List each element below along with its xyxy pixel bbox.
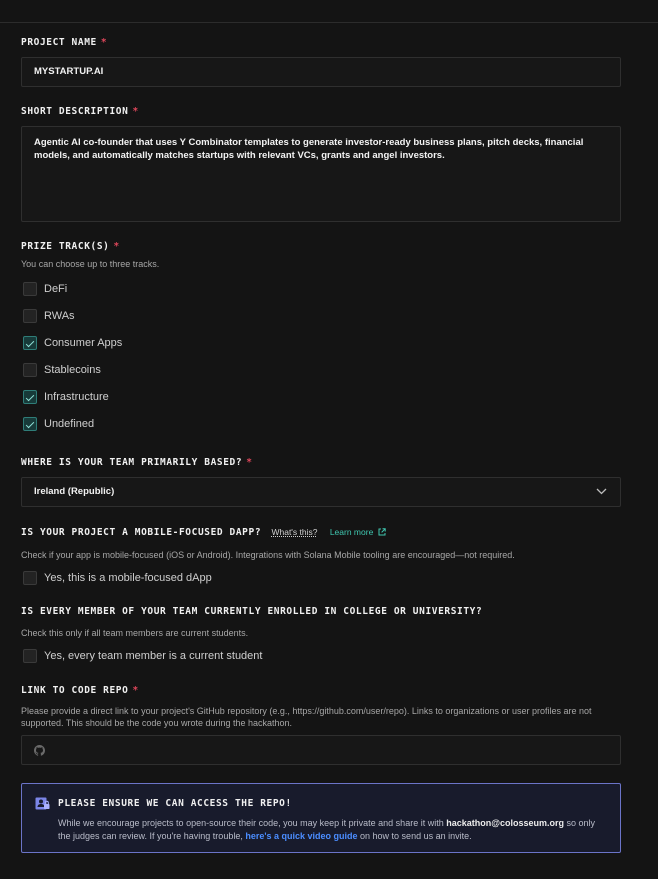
chevron-down-icon[interactable] [596, 488, 607, 495]
required-marker: * [132, 685, 139, 696]
code-repo-hint: Please provide a direct link to your pro… [21, 706, 592, 728]
repo-access-notice: PLEASE ENSURE WE CAN ACCESS THE REPO! Wh… [21, 783, 621, 853]
short-description-value: Agentic AI co-founder that uses Y Combin… [34, 137, 584, 161]
track-checkbox[interactable] [23, 282, 37, 296]
track-option-defi[interactable]: DeFi [23, 281, 67, 297]
track-option-stablecoins[interactable]: Stablecoins [23, 362, 101, 378]
team-location-label-text: WHERE IS YOUR TEAM PRIMARILY BASED? [21, 457, 243, 468]
mobile-dapp-checkbox-label: Yes, this is a mobile-focused dApp [44, 572, 212, 584]
whats-this-link[interactable]: What's this? [271, 527, 317, 537]
students-checkbox[interactable] [23, 649, 37, 663]
project-name-label: PROJECT NAME * [21, 37, 107, 48]
notice-body: While we encourage projects to open-sour… [58, 817, 610, 842]
project-name-value: MYSTARTUP.AI [34, 66, 104, 77]
track-label: Infrastructure [44, 391, 109, 403]
students-label: IS EVERY MEMBER OF YOUR TEAM CURRENTLY E… [21, 606, 482, 617]
prize-tracks-hint: You can choose up to three tracks. [21, 259, 160, 269]
short-description-textarea[interactable]: Agentic AI co-founder that uses Y Combin… [21, 126, 621, 222]
team-location-label: WHERE IS YOUR TEAM PRIMARILY BASED? * [21, 457, 253, 468]
prize-tracks-label: PRIZE TRACK(S) * [21, 241, 120, 252]
notice-text: on how to send us an invite. [357, 830, 472, 841]
notice-email: hackathon@colosseum.org [446, 818, 565, 828]
project-name-input[interactable]: MYSTARTUP.AI [21, 57, 621, 87]
track-option-consumer-apps[interactable]: Consumer Apps [23, 335, 122, 351]
mobile-dapp-label-text: IS YOUR PROJECT A MOBILE-FOCUSED DAPP? [21, 527, 262, 538]
students-label-text: IS EVERY MEMBER OF YOUR TEAM CURRENTLY E… [21, 606, 483, 617]
required-marker: * [113, 241, 120, 252]
track-option-infrastructure[interactable]: Infrastructure [23, 389, 109, 405]
students-checkbox-label: Yes, every team member is a current stud… [44, 650, 263, 662]
track-option-undefined[interactable]: Undefined [23, 416, 94, 432]
track-label: RWAs [44, 310, 75, 322]
track-label: Undefined [44, 418, 95, 430]
track-label: DeFi [44, 283, 68, 295]
project-name-label-text: PROJECT NAME [21, 37, 97, 48]
team-location-select[interactable]: Ireland (Republic) [21, 477, 621, 507]
track-label: Stablecoins [44, 364, 101, 376]
notice-title: PLEASE ENSURE WE CAN ACCESS THE REPO! [58, 798, 292, 809]
required-marker: * [100, 37, 108, 48]
track-checkbox[interactable] [23, 363, 37, 377]
short-description-label-text: SHORT DESCRIPTION [21, 106, 129, 117]
team-location-value: Ireland (Republic) [34, 486, 115, 497]
track-checkbox-checked[interactable] [23, 390, 37, 404]
mobile-dapp-option[interactable]: Yes, this is a mobile-focused dApp [23, 570, 212, 586]
top-bar [0, 0, 658, 23]
user-lock-icon [35, 797, 50, 810]
code-repo-label: LINK TO CODE REPO * [21, 685, 139, 696]
track-checkbox-checked[interactable] [23, 417, 37, 431]
track-label: Consumer Apps [44, 337, 123, 349]
mobile-dapp-hint: Check if your app is mobile-focused (iOS… [21, 550, 515, 560]
students-hint: Check this only if all team members are … [21, 628, 249, 638]
prize-tracks-label-text: PRIZE TRACK(S) [21, 241, 110, 252]
short-description-label: SHORT DESCRIPTION * [21, 106, 139, 117]
required-marker: * [246, 457, 253, 468]
external-link-icon [378, 528, 386, 536]
track-checkbox[interactable] [23, 309, 37, 323]
students-option[interactable]: Yes, every team member is a current stud… [23, 648, 262, 664]
required-marker: * [132, 106, 139, 117]
video-guide-link[interactable]: here's a quick video guide [245, 831, 357, 841]
learn-more-link[interactable]: Learn more [330, 527, 386, 537]
learn-more-text: Learn more [329, 527, 374, 537]
mobile-dapp-checkbox[interactable] [23, 571, 37, 585]
notice-text: While we encourage projects to open-sour… [58, 818, 447, 828]
code-repo-input[interactable] [21, 735, 621, 765]
github-icon [34, 745, 45, 756]
code-repo-label-text: LINK TO CODE REPO [21, 685, 129, 696]
track-option-rwas[interactable]: RWAs [23, 308, 75, 324]
track-checkbox-checked[interactable] [23, 336, 37, 350]
mobile-dapp-label: IS YOUR PROJECT A MOBILE-FOCUSED DAPP? W… [21, 527, 386, 538]
